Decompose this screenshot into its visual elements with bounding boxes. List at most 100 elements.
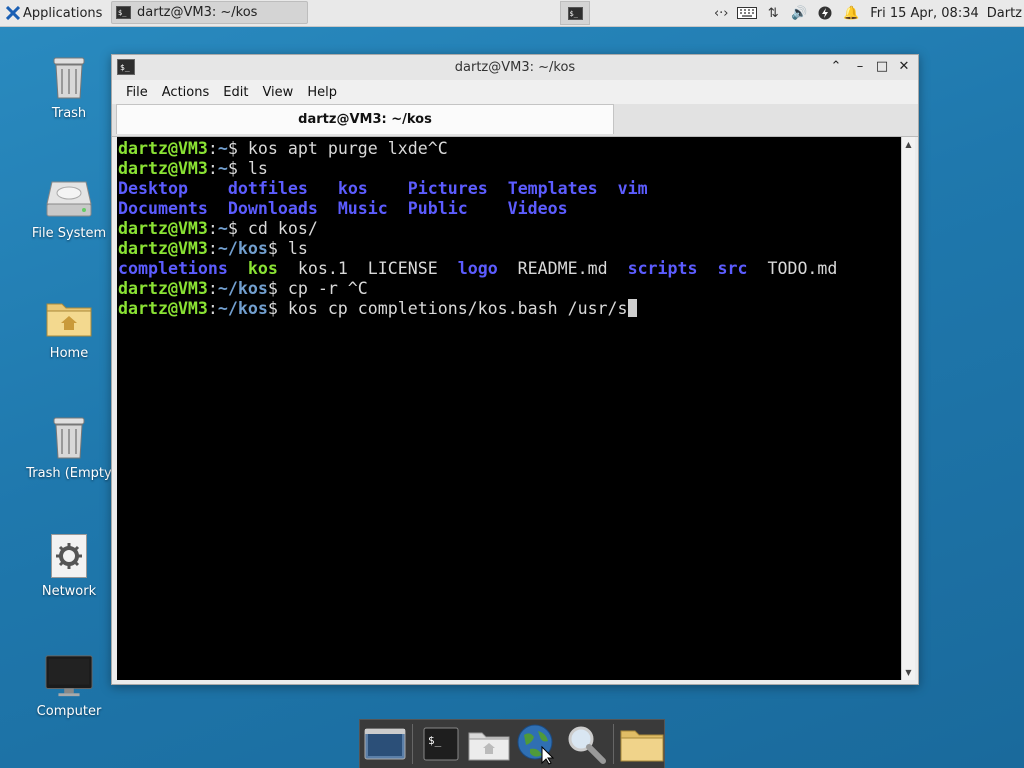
desktop-icon-file-system[interactable]: File System: [19, 174, 119, 241]
dir-entry: Music: [337, 199, 388, 218]
dir-entry: logo: [457, 259, 498, 278]
desktop-icon-label: File System: [31, 226, 107, 241]
menu-actions[interactable]: Actions: [155, 85, 217, 100]
close-button[interactable]: ✕: [896, 59, 912, 74]
applications-label: Applications: [23, 5, 103, 21]
terminal-line: completions kos kos.1 LICENSE logo READM…: [118, 259, 901, 279]
terminal-line: Desktop dotfiles kos Pictures Templates …: [118, 179, 901, 199]
desktop-icon-label: Computer: [36, 704, 102, 719]
network-connection-icon[interactable]: ‹·›: [708, 6, 734, 21]
network-icon: [45, 532, 93, 580]
terminal-icon: $_: [567, 6, 583, 20]
terminal-line: dartz@VM3:~$ kos apt purge lxde^C: [118, 139, 448, 158]
desktop-icon-home[interactable]: Home: [19, 294, 119, 361]
command-text: kos apt purge lxde^C: [247, 139, 448, 158]
terminal-line: Documents Downloads Music Public Videos: [118, 199, 901, 219]
prompt-user: dartz@VM3: [118, 239, 208, 258]
file-entry: kos.1: [297, 259, 348, 278]
scroll-down-arrow-icon[interactable]: ▼: [902, 666, 915, 679]
dir-entry: scripts: [627, 259, 698, 278]
command-text: cp -r ^C: [287, 279, 368, 298]
dir-entry: src: [717, 259, 748, 278]
desktop-icon-label: Network: [41, 584, 97, 599]
clock[interactable]: Fri 15 Apr, 08:34: [864, 6, 987, 21]
system-tray: ‹·› ⇅ 🔊 🔔 Fri 15 Apr, 08:34 Dartz: [708, 0, 1024, 26]
svg-text:$_: $_: [428, 734, 442, 747]
applications-menu-button[interactable]: Applications: [2, 1, 106, 25]
prompt-user: dartz@VM3: [118, 299, 208, 318]
maximize-button[interactable]: □: [874, 59, 890, 74]
terminal-line: dartz@VM3:~/kos$ kos cp completions/kos.…: [118, 299, 901, 319]
menu-edit[interactable]: Edit: [216, 85, 255, 100]
file-manager-launcher-icon[interactable]: [468, 722, 510, 766]
search-magnifier-icon[interactable]: [565, 722, 607, 766]
home-folder-icon: [45, 294, 93, 342]
trash-icon: [45, 414, 93, 462]
dir-entry: Pictures: [407, 179, 488, 198]
menu-help[interactable]: Help: [300, 85, 344, 100]
dir-entry: Desktop: [118, 179, 188, 198]
terminal-output[interactable]: dartz@VM3:~$ kos apt purge lxde^C dartz@V…: [117, 137, 901, 680]
file-entry: README.md: [517, 259, 608, 278]
desktop-icon-computer[interactable]: Computer: [19, 652, 119, 719]
prompt-path: ~/kos: [217, 279, 268, 298]
tab-bar: dartz@VM3: ~/kos: [112, 104, 918, 137]
desktop-icon-label: Home: [49, 346, 89, 361]
desktop-icon-trash[interactable]: Trash: [19, 54, 119, 121]
web-browser-launcher-icon[interactable]: [516, 722, 558, 766]
prompt-path: ~: [217, 159, 228, 178]
dir-entry: Downloads: [227, 199, 318, 218]
desktop-icon-label: Trash (Empty: [26, 466, 112, 481]
desktop-icon-trash-empty[interactable]: Trash (Empty: [19, 414, 119, 481]
window-title: dartz@VM3: ~/kos: [454, 60, 576, 75]
folder-launcher-icon[interactable]: [620, 722, 664, 766]
prompt-path: ~/kos: [217, 239, 268, 258]
text-cursor: [627, 299, 637, 317]
prompt-user: dartz@VM3: [118, 219, 208, 238]
minimize-button[interactable]: –: [852, 59, 868, 74]
dock-separator: [613, 724, 615, 764]
prompt-path: ~/kos: [217, 299, 268, 318]
window-titlebar[interactable]: $_ dartz@VM3: ~/kos ⌃ – □ ✕: [112, 55, 918, 80]
dir-entry: kos: [337, 179, 368, 198]
prompt-path: ~: [217, 219, 228, 238]
scroll-up-arrow-icon[interactable]: ▲: [902, 138, 915, 151]
prompt-user: dartz@VM3: [118, 159, 208, 178]
volume-icon[interactable]: 🔊: [786, 6, 812, 21]
power-manager-icon[interactable]: [812, 6, 838, 20]
dir-entry: dotfiles: [227, 179, 308, 198]
dock-separator: [412, 724, 414, 764]
keyboard-icon[interactable]: [734, 7, 760, 19]
trash-icon: [45, 54, 93, 102]
tab-terminal[interactable]: dartz@VM3: ~/kos: [116, 104, 614, 134]
dir-entry: completions: [118, 259, 228, 278]
workspace-switcher[interactable]: $_: [560, 1, 590, 25]
dir-entry: Documents: [118, 199, 208, 218]
terminal-line: dartz@VM3:~$ ls: [118, 159, 268, 178]
menu-file[interactable]: File: [119, 85, 155, 100]
command-text: ls: [247, 159, 268, 178]
file-entry: LICENSE: [367, 259, 438, 278]
notification-bell-icon[interactable]: 🔔: [838, 6, 864, 21]
terminal-scrollbar[interactable]: ▲ ▼: [901, 137, 915, 680]
dir-entry: Videos: [507, 199, 568, 218]
prompt-user: dartz@VM3: [118, 279, 208, 298]
terminal-launcher-icon[interactable]: $_: [419, 722, 461, 766]
taskbar-terminal-button[interactable]: $_ dartz@VM3: ~/kos: [111, 1, 308, 24]
network-transfer-icon[interactable]: ⇅: [760, 6, 786, 21]
terminal-line: dartz@VM3:~$ cd kos/: [118, 219, 318, 238]
dir-entry: vim: [617, 179, 648, 198]
command-text: cd kos/: [247, 219, 318, 238]
xfce-logo-icon: [6, 6, 20, 20]
show-desktop-icon[interactable]: [364, 722, 406, 766]
desktop-icon-network[interactable]: Network: [19, 532, 119, 599]
prompt-path: ~: [217, 139, 228, 158]
dir-entry: Templates: [507, 179, 598, 198]
dir-entry: Public: [407, 199, 468, 218]
command-text: ls: [287, 239, 308, 258]
window-menu-chevron-up-icon[interactable]: ⌃: [828, 59, 844, 74]
terminal-line: dartz@VM3:~/kos$ ls: [118, 239, 308, 258]
user-menu[interactable]: Dartz: [987, 6, 1024, 21]
menu-bar: File Actions Edit View Help: [112, 80, 918, 104]
menu-view[interactable]: View: [255, 85, 300, 100]
